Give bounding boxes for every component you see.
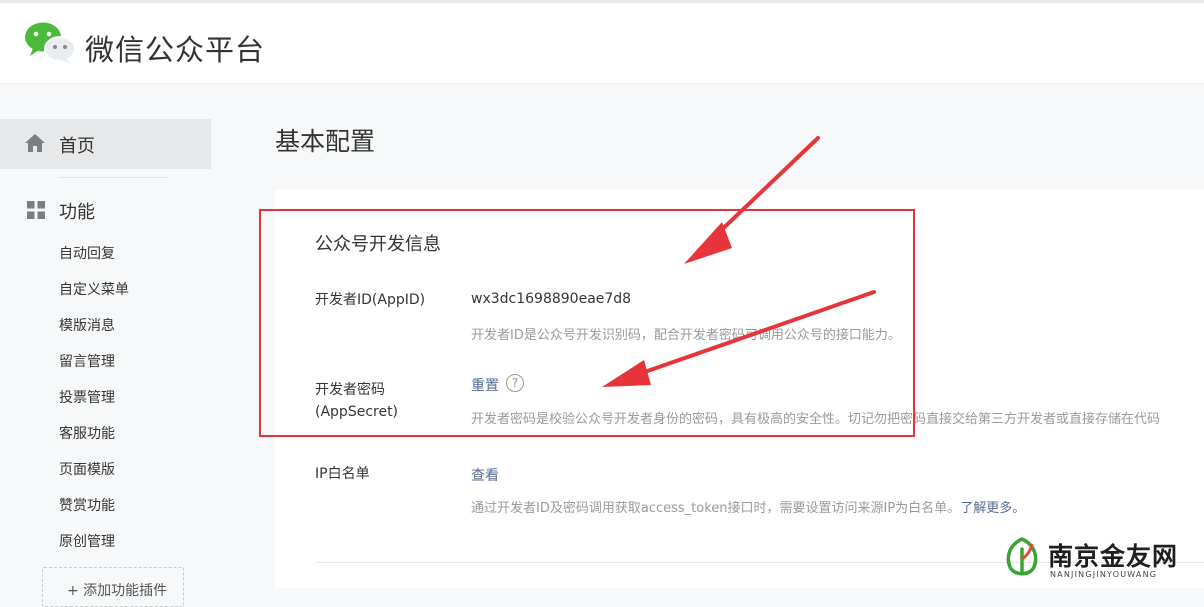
ip-whitelist-label: IP白名单	[315, 466, 370, 482]
leaf-logo-icon	[1006, 537, 1038, 576]
sidebar-item-template-message[interactable]: 模版消息	[59, 315, 115, 335]
watermark-title: 南京金友网	[1048, 542, 1179, 571]
watermark: 南京金友网 NANJINGJINYOUWANG	[1000, 533, 1204, 588]
sidebar-item-customer-service[interactable]: 客服功能	[59, 423, 115, 443]
view-ip-whitelist-link[interactable]: 查看	[471, 465, 499, 485]
learn-more-link[interactable]: 了解更多。	[960, 501, 1025, 516]
sidebar-item-auto-reply[interactable]: 自动回复	[59, 243, 115, 263]
watermark-subtitle: NANJINGJINYOUWANG	[1050, 570, 1158, 579]
sidebar-section-features[interactable]: 功能	[59, 198, 95, 224]
platform-title: 微信公众平台	[85, 33, 266, 67]
highlight-box	[259, 209, 915, 437]
sidebar-item-page-template[interactable]: 页面模版	[59, 459, 115, 479]
sidebar-item-home[interactable]: 首页	[0, 119, 211, 169]
ip-whitelist-desc-text: 通过开发者ID及密码调用获取access_token接口时，需要设置访问来源IP…	[471, 501, 961, 516]
add-plugin-button[interactable]: + 添加功能插件	[42, 567, 184, 607]
sidebar-item-original-management[interactable]: 原创管理	[59, 531, 115, 551]
sidebar-divider	[59, 177, 167, 178]
sidebar-item-custom-menu[interactable]: 自定义菜单	[59, 279, 129, 299]
sidebar-item-comment-management[interactable]: 留言管理	[59, 351, 115, 371]
wechat-logo-icon[interactable]	[24, 21, 76, 65]
grid-icon	[27, 201, 45, 219]
sidebar-item-vote-management[interactable]: 投票管理	[59, 387, 115, 407]
sidebar-item-reward[interactable]: 赞赏功能	[59, 495, 115, 515]
ip-whitelist-description: 通过开发者ID及密码调用获取access_token接口时，需要设置访问来源IP…	[471, 497, 1025, 516]
home-icon	[25, 134, 45, 152]
page-title: 基本配置	[275, 127, 376, 156]
top-header: 微信公众平台	[0, 3, 1204, 84]
sidebar: 首页 功能 自动回复 自定义菜单 模版消息 留言管理 投票管理 客服功能 页面模…	[0, 85, 225, 607]
sidebar-item-home-label: 首页	[59, 136, 95, 157]
